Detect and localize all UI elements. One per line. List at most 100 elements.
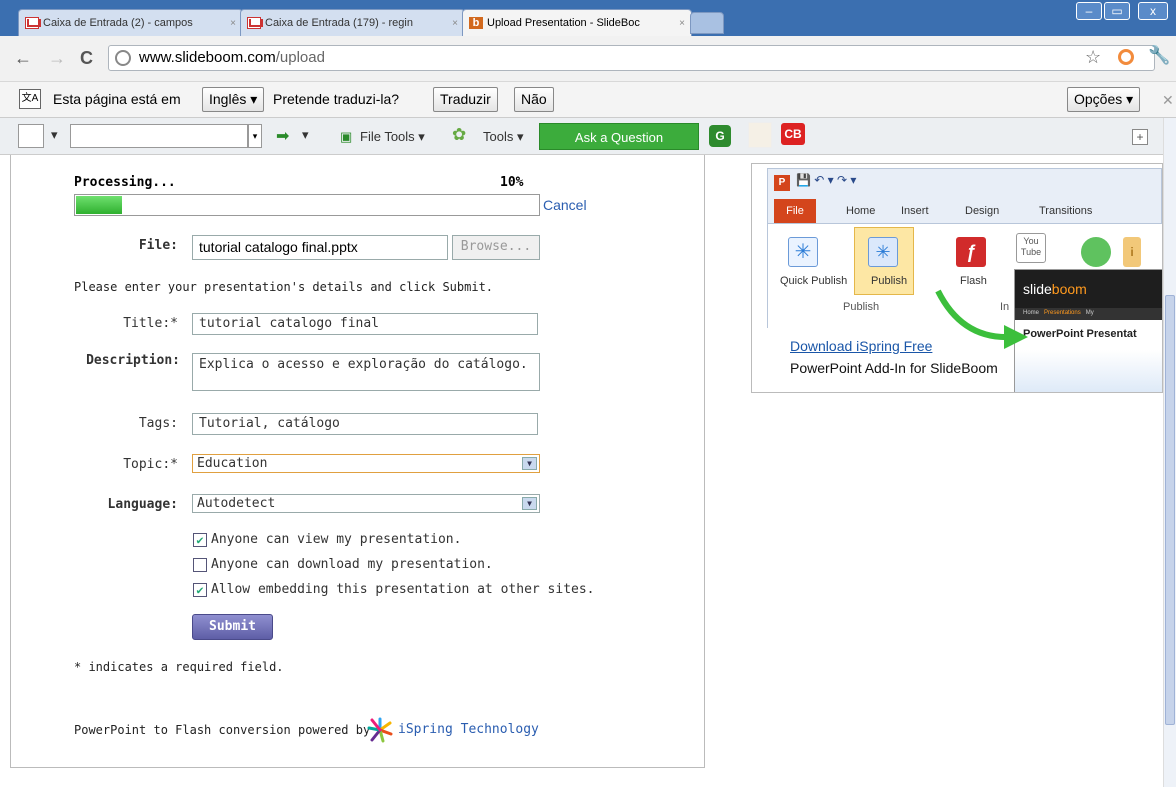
wrench-icon[interactable]: 🔧 [1148, 45, 1170, 66]
toolbar-search-input[interactable] [70, 124, 248, 148]
quick-publish-label: Quick Publish [780, 275, 848, 287]
tab-label: Caixa de Entrada (2) - campos [43, 17, 193, 29]
checkbox[interactable] [193, 557, 207, 572]
tags-input[interactable]: Tutorial, catálogo [192, 413, 538, 435]
checkbox[interactable]: ✔ [193, 582, 207, 597]
close-tab-icon[interactable]: × [675, 18, 685, 29]
youtube-icon: You Tube [1016, 233, 1046, 263]
file-tools-button[interactable]: File Tools ▾ [360, 129, 425, 145]
gmail-icon [247, 17, 261, 29]
options-button[interactable]: Opções ▾ [1067, 87, 1141, 112]
scrollbar-thumb[interactable] [1165, 295, 1175, 725]
progress-percent: 10% [500, 175, 524, 190]
minimize-button[interactable]: – [1076, 2, 1102, 20]
ad-subtitle: PowerPoint Add-In for SlideBoom [790, 360, 998, 376]
download-option-checkbox[interactable]: Anyone can download my presentation. [193, 557, 493, 572]
progress-fill [76, 196, 122, 214]
gear-icon: ✿ [452, 125, 467, 144]
language-select[interactable]: Autodetect ▼ [192, 494, 540, 513]
translate-icon: 文A [19, 89, 41, 109]
go-arrow-icon[interactable]: ➡ [276, 126, 289, 146]
translate-button[interactable]: Traduzir [433, 87, 498, 112]
description-label: Description: [86, 353, 180, 368]
processing-label: Processing... [74, 175, 176, 190]
extension-icon[interactable] [1118, 49, 1134, 65]
checkbox-label: Anyone can view my presentation. [211, 532, 462, 547]
ispring-link[interactable]: iSpring Technology [398, 722, 539, 737]
file-input[interactable]: tutorial catalogo final.pptx [192, 235, 448, 260]
bookmark-star-icon[interactable]: ☆ [1085, 47, 1101, 68]
url-input[interactable]: www.slideboom.com/upload [108, 45, 1155, 71]
embed-option-checkbox[interactable]: ✔ Allow embedding this presentation at o… [193, 582, 595, 597]
maximize-button[interactable]: ▭ [1104, 2, 1130, 20]
ispring-logo-icon [367, 717, 393, 743]
title-label: Title:* [123, 316, 178, 331]
flash-icon: ƒ [956, 237, 986, 267]
url-path: /upload [275, 49, 325, 66]
close-translate-icon[interactable]: ✕ [1162, 92, 1174, 109]
publish-label: Publish [871, 275, 908, 287]
ribbon-tab-home: Home [846, 205, 876, 217]
file-tools-icon: ▣ [340, 129, 353, 144]
blank-button[interactable] [748, 122, 772, 148]
publish-group-label: Publish [843, 301, 880, 313]
language-label: Language: [107, 497, 178, 512]
close-tab-icon[interactable]: × [448, 18, 458, 29]
translate-question: Pretende traduzi-la? [273, 91, 400, 107]
language-select[interactable]: Inglês ▾ [202, 87, 265, 112]
tags-label: Tags: [138, 416, 178, 431]
tab-slideboom[interactable]: b Upload Presentation - SlideBoc × [462, 9, 692, 36]
green-arrow-icon [935, 289, 1028, 349]
chevron-down-icon: ▼ [522, 457, 537, 470]
publish-icon: ✳ [868, 237, 898, 267]
reload-icon[interactable]: C [80, 46, 93, 70]
globe-icon [115, 50, 131, 66]
add-icon[interactable]: + [1132, 129, 1148, 145]
tab-label: Caixa de Entrada (179) - regin [265, 17, 413, 29]
addon-toolbar: ▾ ▾ ➡ ▾ ▣ File Tools ▾ ✿ Tools ▾ Ask a Q… [0, 118, 1176, 155]
browse-button[interactable]: Browse... [452, 235, 540, 260]
close-window-button[interactable]: x [1138, 2, 1168, 20]
view-option-checkbox[interactable]: ✔ Anyone can view my presentation. [193, 532, 461, 547]
cb-button[interactable]: CB [781, 123, 805, 145]
slideboom-logo: slideboom [1015, 270, 1162, 308]
submit-button[interactable]: Submit [192, 614, 273, 640]
download-ispring-link[interactable]: Download iSpring Free [790, 338, 932, 354]
checkbox[interactable]: ✔ [193, 532, 207, 547]
checkbox-label: Anyone can download my presentation. [211, 557, 493, 572]
cancel-link[interactable]: Cancel [543, 197, 587, 213]
back-icon[interactable]: ← [14, 46, 32, 70]
topic-select[interactable]: Education ▼ [192, 454, 540, 473]
translate-message: Esta página está em [53, 91, 181, 107]
powered-by-text: PowerPoint to Flash conversion powered b… [74, 723, 371, 737]
g-button[interactable]: G [709, 125, 731, 147]
ribbon-tab-design: Design [965, 205, 1000, 217]
topic-value: Education [197, 456, 268, 471]
tab-gmail-1[interactable]: Caixa de Entrada (2) - campos × [18, 9, 243, 36]
quick-access-icons: 💾 ↶ ▾ ↷ ▾ [796, 173, 857, 187]
tab-label: Upload Presentation - SlideBoc [487, 17, 640, 29]
powerpoint-icon: P [774, 175, 790, 191]
address-bar: ← → C www.slideboom.com/upload ☆ 🔧 [0, 36, 1176, 82]
forward-icon[interactable]: → [48, 46, 66, 70]
close-tab-icon[interactable]: × [226, 18, 236, 29]
chevron-down-icon[interactable]: ▾ [302, 127, 309, 143]
description-textarea[interactable]: Explica o acesso e exploração do catálog… [192, 353, 540, 391]
title-input[interactable]: tutorial catalogo final [192, 313, 538, 335]
slideboom-screenshot: slideboom Home Presentations My PowerPoi… [1014, 269, 1162, 392]
required-note: * indicates a required field. [74, 660, 284, 674]
ribbon-tab-insert: Insert [901, 205, 929, 217]
new-tab-button[interactable] [690, 12, 724, 34]
no-button[interactable]: Não [514, 87, 554, 112]
tools-button[interactable]: Tools ▾ [483, 129, 524, 145]
tab-gmail-2[interactable]: Caixa de Entrada (179) - regin × [240, 9, 465, 36]
ask-question-button[interactable]: Ask a Question [539, 123, 699, 150]
pen-icon[interactable] [18, 124, 44, 148]
url-host: www.slideboom.com [139, 49, 276, 66]
chevron-down-icon[interactable]: ▾ [51, 127, 58, 143]
gmail-icon [25, 17, 39, 29]
slideboom-title: PowerPoint Presentat [1023, 328, 1137, 340]
progress-bar [74, 194, 540, 216]
ispring-advertisement[interactable]: P 💾 ↶ ▾ ↷ ▾ File Home Insert Design Tran… [751, 163, 1163, 393]
chevron-down-icon[interactable]: ▾ [248, 124, 262, 148]
